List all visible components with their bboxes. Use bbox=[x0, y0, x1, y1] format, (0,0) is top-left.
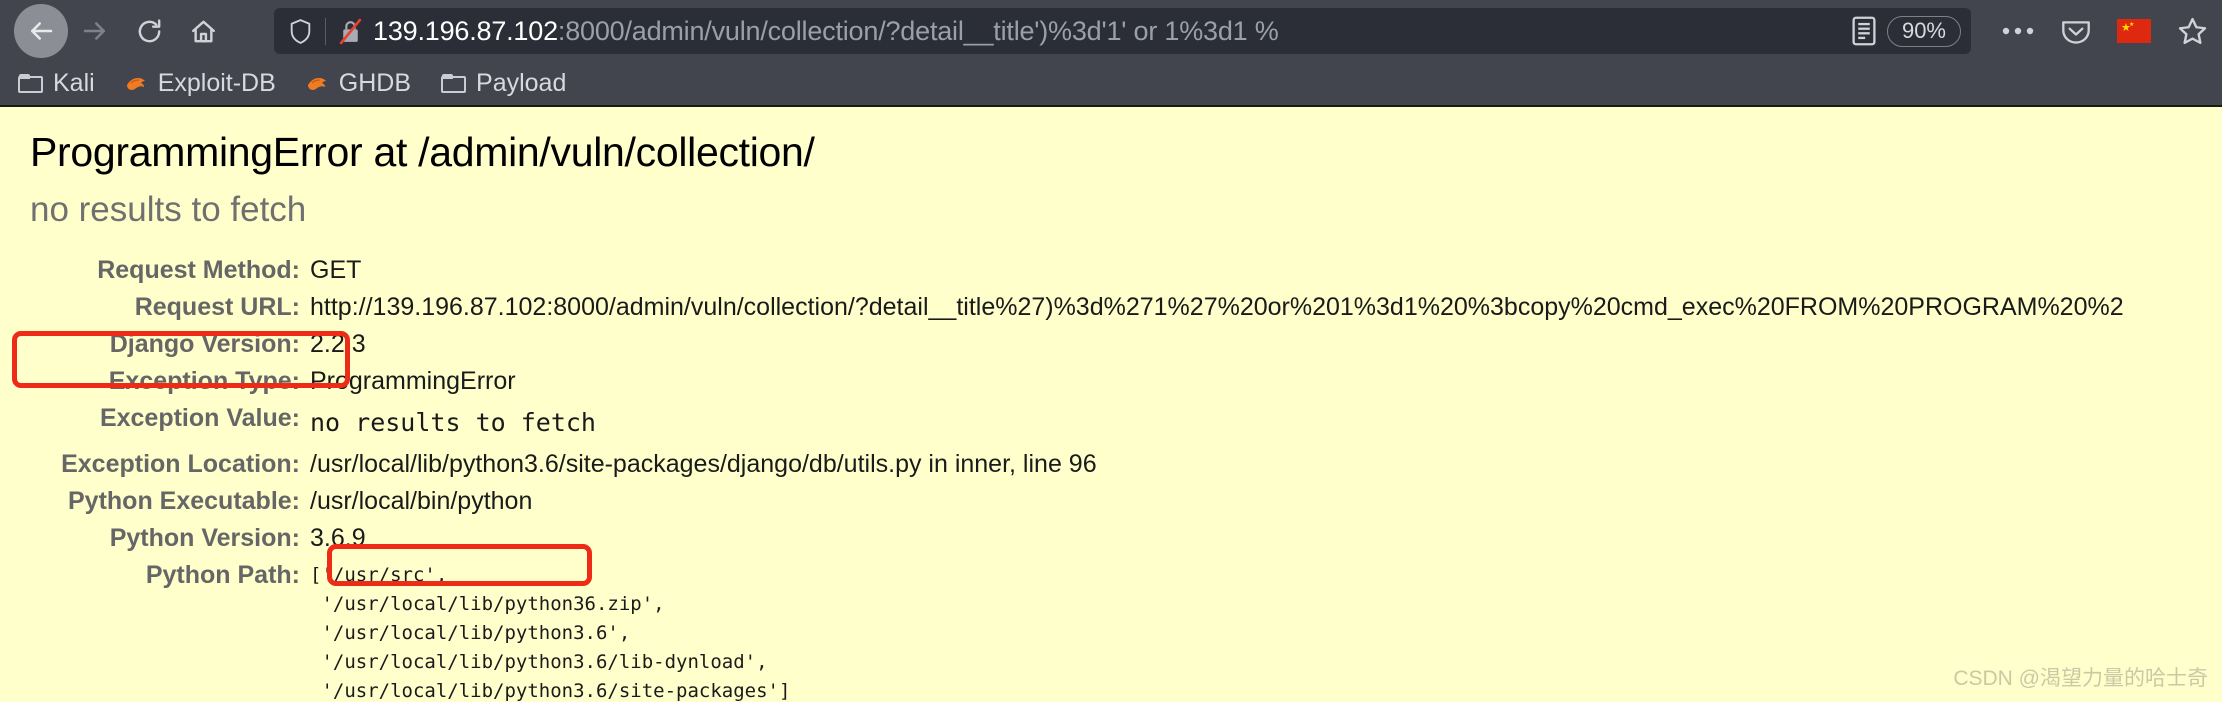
bookmark-exploit-db[interactable]: Exploit-DB bbox=[125, 69, 276, 98]
dragon-icon bbox=[125, 73, 149, 95]
row-label: Django Version: bbox=[109, 330, 300, 358]
table-row: Request URL: http://139.196.87.102:8000/… bbox=[0, 289, 2222, 326]
python-path-value: ['/usr/src', '/usr/local/lib/python36.zi… bbox=[310, 564, 791, 702]
browser-navbar: 139.196.87.102:8000/admin/vuln/collectio… bbox=[0, 0, 2222, 62]
table-row: Exception Location: /usr/local/lib/pytho… bbox=[0, 446, 2222, 483]
row-value: ProgrammingError bbox=[310, 367, 516, 395]
row-value: http://139.196.87.102:8000/admin/vuln/co… bbox=[310, 293, 2124, 321]
bookmark-label: Exploit-DB bbox=[157, 69, 276, 97]
error-details-table: Request Method: GET Request URL: http://… bbox=[0, 252, 2222, 702]
row-label: Request URL: bbox=[134, 293, 300, 321]
pocket-icon[interactable] bbox=[2061, 17, 2091, 45]
flag-star-small: ★ bbox=[2129, 22, 2135, 28]
row-value: 3.6.9 bbox=[310, 524, 366, 552]
urlbar-actions: 90% bbox=[1841, 15, 1961, 47]
bookmark-ghdb[interactable]: GHDB bbox=[306, 69, 411, 98]
exception-summary: no results to fetch bbox=[30, 190, 307, 229]
browser-chrome: 139.196.87.102:8000/admin/vuln/collectio… bbox=[0, 0, 2222, 105]
row-label: Python Version: bbox=[109, 524, 300, 552]
table-row: Python Version: 3.6.9 bbox=[0, 520, 2222, 557]
row-label: Exception Type: bbox=[108, 367, 300, 395]
row-value-exception: no results to fetch bbox=[310, 408, 596, 437]
dragon-icon bbox=[306, 73, 330, 95]
bookmark-label: Payload bbox=[476, 69, 567, 97]
django-error-page: ProgrammingError at /admin/vuln/collecti… bbox=[0, 105, 2222, 702]
home-icon bbox=[191, 20, 215, 42]
china-flag-icon[interactable]: ★ ★ bbox=[2117, 19, 2151, 43]
table-row: Exception Type: ProgrammingError bbox=[0, 363, 2222, 400]
table-row: Exception Value: no results to fetch bbox=[0, 400, 2222, 446]
row-value: GET bbox=[310, 256, 362, 284]
bookmarks-bar: Kali Exploit-DB GHDB Payload bbox=[0, 62, 2222, 105]
bookmark-payload[interactable]: Payload bbox=[441, 69, 566, 98]
ellipsis-icon[interactable] bbox=[2001, 25, 2035, 37]
folder-icon bbox=[18, 73, 44, 94]
url-bar[interactable]: 139.196.87.102:8000/admin/vuln/collectio… bbox=[274, 8, 1971, 54]
row-value: 2.2.3 bbox=[310, 330, 366, 358]
table-row: Django Version: 2.2.3 bbox=[0, 326, 2222, 363]
reload-button[interactable] bbox=[122, 4, 176, 58]
bookmark-label: Kali bbox=[53, 69, 95, 97]
folder-icon bbox=[441, 73, 467, 94]
lock-crossed-icon[interactable] bbox=[338, 18, 363, 45]
url-text[interactable]: 139.196.87.102:8000/admin/vuln/collectio… bbox=[373, 16, 1841, 47]
page-title: ProgrammingError at /admin/vuln/collecti… bbox=[30, 129, 815, 175]
table-row: Request Method: GET bbox=[0, 252, 2222, 289]
row-label: Exception Location: bbox=[61, 450, 300, 478]
home-button[interactable] bbox=[176, 4, 230, 58]
bookmark-kali[interactable]: Kali bbox=[18, 69, 95, 98]
back-button[interactable] bbox=[14, 4, 68, 58]
table-row: Python Executable: /usr/local/bin/python bbox=[0, 483, 2222, 520]
url-host: 139.196.87.102 bbox=[373, 15, 558, 46]
row-value: /usr/local/lib/python3.6/site-packages/d… bbox=[310, 450, 1097, 478]
reader-mode-icon[interactable] bbox=[1851, 16, 1877, 46]
row-label: Python Path: bbox=[145, 561, 300, 589]
row-label: Request Method: bbox=[97, 256, 300, 284]
watermark: CSDN @渴望力量的哈士奇 bbox=[1953, 667, 2208, 690]
reload-icon bbox=[138, 18, 160, 42]
forward-arrow-icon bbox=[83, 22, 105, 40]
table-row-python-path: Python Path: ['/usr/src', '/usr/local/li… bbox=[0, 557, 2222, 702]
url-path: :8000/admin/vuln/collection/?detail__tit… bbox=[557, 15, 1279, 46]
forward-button[interactable] bbox=[68, 4, 122, 58]
browser-toolbar-actions: ★ ★ bbox=[1981, 16, 2208, 46]
back-arrow-icon bbox=[31, 22, 53, 40]
row-value: /usr/local/bin/python bbox=[310, 487, 533, 515]
row-label: Exception Value: bbox=[99, 404, 300, 432]
row-label: Python Executable: bbox=[68, 487, 300, 515]
bookmark-label: GHDB bbox=[338, 69, 412, 97]
shield-icon[interactable] bbox=[288, 17, 326, 45]
zoom-level-badge[interactable]: 90% bbox=[1886, 15, 1961, 47]
star-icon[interactable] bbox=[2177, 16, 2208, 46]
